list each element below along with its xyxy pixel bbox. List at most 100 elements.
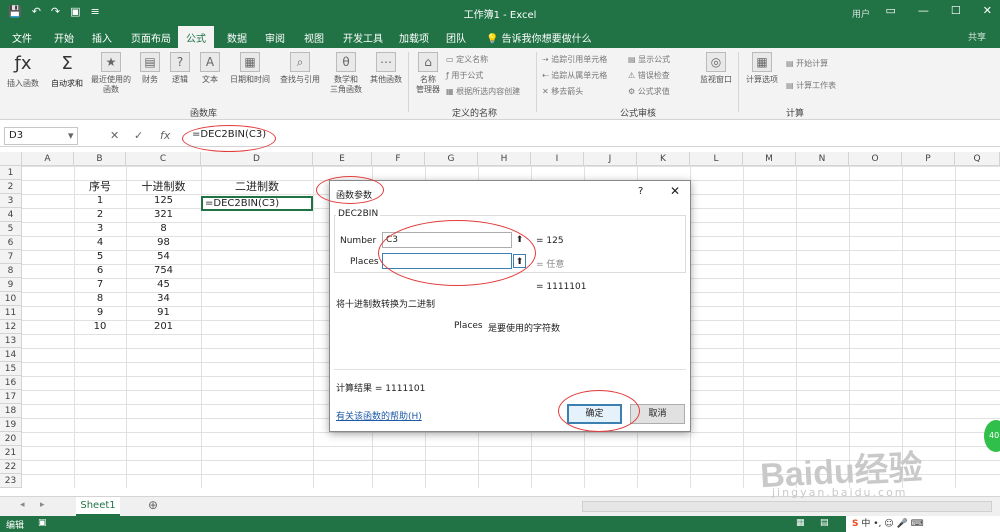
table-cell[interactable]: 7 bbox=[74, 278, 126, 292]
autosum-button[interactable]: Σ 自动求和 bbox=[46, 52, 88, 89]
header-cell-decimal[interactable]: 十进制数 bbox=[126, 180, 201, 194]
horizontal-scrollbar[interactable] bbox=[582, 501, 992, 512]
table-cell[interactable]: 5 bbox=[74, 250, 126, 264]
column-header[interactable]: N bbox=[796, 152, 849, 166]
calc-options-button[interactable]: ▦ 计算选项 bbox=[742, 52, 782, 85]
table-cell[interactable]: 34 bbox=[126, 292, 201, 306]
add-sheet-icon[interactable]: ⊕ bbox=[148, 498, 158, 512]
tab-insert[interactable]: 插入 bbox=[92, 30, 112, 45]
user-name[interactable]: 用户 bbox=[852, 7, 870, 20]
recent-functions-button[interactable]: ★ 最近使用的 函数 bbox=[88, 52, 134, 95]
name-box[interactable]: D3 bbox=[4, 127, 78, 145]
name-box-chevron-icon[interactable]: ▾ bbox=[68, 129, 74, 142]
insert-function-icon[interactable]: fx bbox=[160, 129, 170, 142]
calc-sheet-button[interactable]: ▤ 计算工作表 bbox=[786, 80, 836, 91]
row-header[interactable]: 20 bbox=[0, 432, 22, 446]
column-header[interactable]: H bbox=[478, 152, 531, 166]
table-cell[interactable]: 10 bbox=[74, 320, 126, 334]
row-header[interactable]: 14 bbox=[0, 348, 22, 362]
ime-toolbar[interactable]: S 中 •, ☺ 🎤 ⌨ bbox=[846, 516, 1000, 532]
column-header[interactable]: F bbox=[372, 152, 425, 166]
use-in-formula-button[interactable]: ƒ 用于公式 bbox=[446, 70, 483, 81]
column-header[interactable]: K bbox=[637, 152, 690, 166]
text-button[interactable]: A 文本 bbox=[198, 52, 222, 85]
column-header[interactable]: C bbox=[126, 152, 201, 166]
show-formulas-button[interactable]: ▤ 显示公式 bbox=[628, 54, 670, 65]
table-cell[interactable]: 98 bbox=[126, 236, 201, 250]
row-header[interactable]: 16 bbox=[0, 376, 22, 390]
create-from-selection-button[interactable]: ▦ 根据所选内容创建 bbox=[446, 86, 520, 97]
function-help-link[interactable]: 有关该函数的帮助(H) bbox=[336, 409, 422, 422]
table-cell[interactable]: 8 bbox=[74, 292, 126, 306]
select-all-corner[interactable] bbox=[0, 152, 22, 166]
table-cell[interactable]: 321 bbox=[126, 208, 201, 222]
minimize-icon[interactable]: — bbox=[918, 4, 929, 17]
column-header[interactable]: J bbox=[584, 152, 637, 166]
column-header[interactable]: L bbox=[690, 152, 743, 166]
column-header[interactable]: A bbox=[22, 152, 74, 166]
row-header[interactable]: 18 bbox=[0, 404, 22, 418]
name-manager-button[interactable]: ⌂ 名称 管理器 bbox=[412, 52, 444, 95]
tab-page-layout[interactable]: 页面布局 bbox=[131, 30, 171, 45]
calc-now-button[interactable]: ▤ 开始计算 bbox=[786, 58, 828, 69]
table-cell[interactable]: 54 bbox=[126, 250, 201, 264]
table-cell[interactable]: 8 bbox=[126, 222, 201, 236]
close-icon[interactable]: ✕ bbox=[983, 4, 992, 17]
row-header[interactable]: 21 bbox=[0, 446, 22, 460]
row-header[interactable]: 5 bbox=[0, 222, 22, 236]
tab-developer[interactable]: 开发工具 bbox=[343, 30, 383, 45]
tab-home[interactable]: 开始 bbox=[54, 30, 74, 45]
column-header[interactable]: B bbox=[74, 152, 126, 166]
cancel-icon[interactable]: ✕ bbox=[110, 129, 119, 142]
dialog-help-icon[interactable]: ? bbox=[638, 186, 643, 197]
column-header[interactable]: Q bbox=[955, 152, 1000, 166]
table-cell[interactable]: 4 bbox=[74, 236, 126, 250]
row-header[interactable]: 19 bbox=[0, 418, 22, 432]
row-header[interactable]: 17 bbox=[0, 390, 22, 404]
header-cell-serial[interactable]: 序号 bbox=[74, 180, 126, 194]
row-header[interactable]: 9 bbox=[0, 278, 22, 292]
row-header[interactable]: 22 bbox=[0, 460, 22, 474]
ribbon-display-icon[interactable]: ▭ bbox=[886, 4, 896, 17]
trace-dependents-button[interactable]: ⇠ 追踪从属单元格 bbox=[542, 70, 607, 81]
page-layout-view-icon[interactable]: ▤ bbox=[820, 518, 829, 528]
row-header[interactable]: 7 bbox=[0, 250, 22, 264]
row-header[interactable]: 11 bbox=[0, 306, 22, 320]
column-header[interactable]: O bbox=[849, 152, 902, 166]
table-cell[interactable]: 201 bbox=[126, 320, 201, 334]
table-cell[interactable]: 6 bbox=[74, 264, 126, 278]
next-sheet-icon[interactable]: ▸ bbox=[40, 500, 45, 510]
row-header[interactable]: 6 bbox=[0, 236, 22, 250]
error-check-button[interactable]: ⚠ 错误检查 bbox=[628, 70, 670, 81]
prev-sheet-icon[interactable]: ◂ bbox=[20, 500, 25, 510]
tab-formulas[interactable]: 公式 bbox=[178, 26, 214, 48]
row-header[interactable]: 4 bbox=[0, 208, 22, 222]
remove-arrows-button[interactable]: ✕ 移去箭头 bbox=[542, 86, 583, 97]
table-cell[interactable]: 125 bbox=[126, 194, 201, 208]
row-header[interactable]: 10 bbox=[0, 292, 22, 306]
row-header[interactable]: 3 bbox=[0, 194, 22, 208]
table-cell[interactable]: 754 bbox=[126, 264, 201, 278]
table-cell[interactable]: 91 bbox=[126, 306, 201, 320]
tab-view[interactable]: 视图 bbox=[304, 30, 324, 45]
trace-precedents-button[interactable]: ⇢ 追踪引用单元格 bbox=[542, 54, 607, 65]
column-header[interactable]: G bbox=[425, 152, 478, 166]
evaluate-formula-button[interactable]: ⚙ 公式求值 bbox=[628, 86, 670, 97]
define-name-button[interactable]: ▭ 定义名称 bbox=[446, 54, 488, 65]
dialog-close-icon[interactable]: ✕ bbox=[670, 184, 680, 198]
watch-window-button[interactable]: ◎ 监视窗口 bbox=[696, 52, 736, 85]
active-cell-d3[interactable]: =DEC2BIN(C3) bbox=[201, 196, 313, 211]
column-header[interactable]: M bbox=[743, 152, 796, 166]
math-button[interactable]: θ 数学和 三角函数 bbox=[326, 52, 366, 95]
logical-button[interactable]: ? 逻辑 bbox=[168, 52, 192, 85]
share-button[interactable]: 共享 bbox=[968, 30, 986, 43]
tell-me[interactable]: 💡 告诉我你想要做什么 bbox=[486, 30, 592, 45]
column-header[interactable]: E bbox=[313, 152, 372, 166]
datetime-button[interactable]: ▦ 日期和时间 bbox=[226, 52, 274, 85]
row-header[interactable]: 13 bbox=[0, 334, 22, 348]
financial-button[interactable]: ▤ 财务 bbox=[138, 52, 162, 85]
tab-data[interactable]: 数据 bbox=[227, 30, 247, 45]
column-header[interactable]: D bbox=[201, 152, 313, 166]
row-header[interactable]: 1 bbox=[0, 166, 22, 180]
lookup-button[interactable]: ⌕ 查找与引用 bbox=[275, 52, 325, 85]
